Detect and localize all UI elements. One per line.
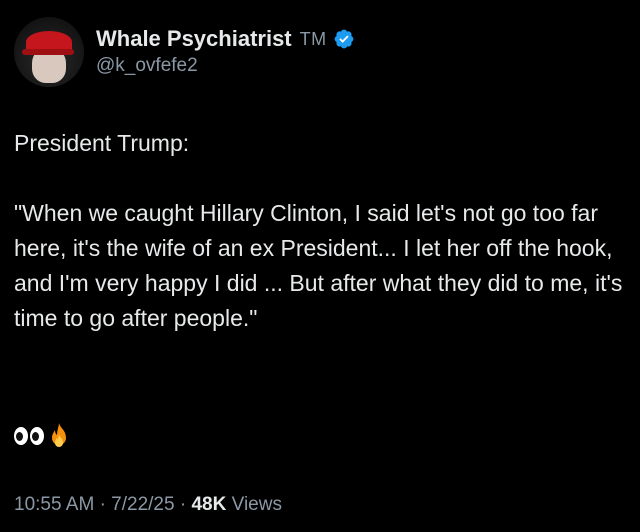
- views-label: Views: [231, 494, 282, 515]
- display-name[interactable]: Whale Psychiatrist: [96, 25, 292, 53]
- tweet-time[interactable]: 10:55 AM: [14, 494, 94, 515]
- tm-mark: TM: [299, 29, 327, 49]
- fire-icon: [52, 423, 66, 447]
- tweet-text: President Trump: "When we caught Hillary…: [14, 130, 623, 331]
- author-handle[interactable]: @k_ovfefe2: [96, 53, 355, 79]
- meta-separator-2: ·: [179, 494, 187, 515]
- eye-right: [30, 427, 44, 445]
- tweet-header: Whale Psychiatrist TM @k_ovfefe2: [14, 16, 355, 88]
- display-name-row: Whale Psychiatrist TM: [96, 25, 355, 53]
- views-count[interactable]: 48K: [191, 494, 226, 515]
- eyes-icon: [14, 427, 44, 445]
- avatar[interactable]: [14, 17, 84, 87]
- avatar-hat-brim: [22, 49, 74, 55]
- author-names: Whale Psychiatrist TM @k_ovfefe2: [96, 25, 355, 79]
- tweet-emojis: [14, 422, 70, 450]
- verified-badge-icon[interactable]: [333, 28, 355, 50]
- tweet-card: Whale Psychiatrist TM @k_ovfefe2 Preside…: [0, 0, 640, 532]
- meta-separator: ·: [99, 494, 106, 515]
- tweet-date[interactable]: 7/22/25: [111, 494, 174, 515]
- eye-left: [14, 427, 28, 445]
- tweet-meta: 10:55 AM · 7/22/25 · 48K Views: [14, 492, 282, 518]
